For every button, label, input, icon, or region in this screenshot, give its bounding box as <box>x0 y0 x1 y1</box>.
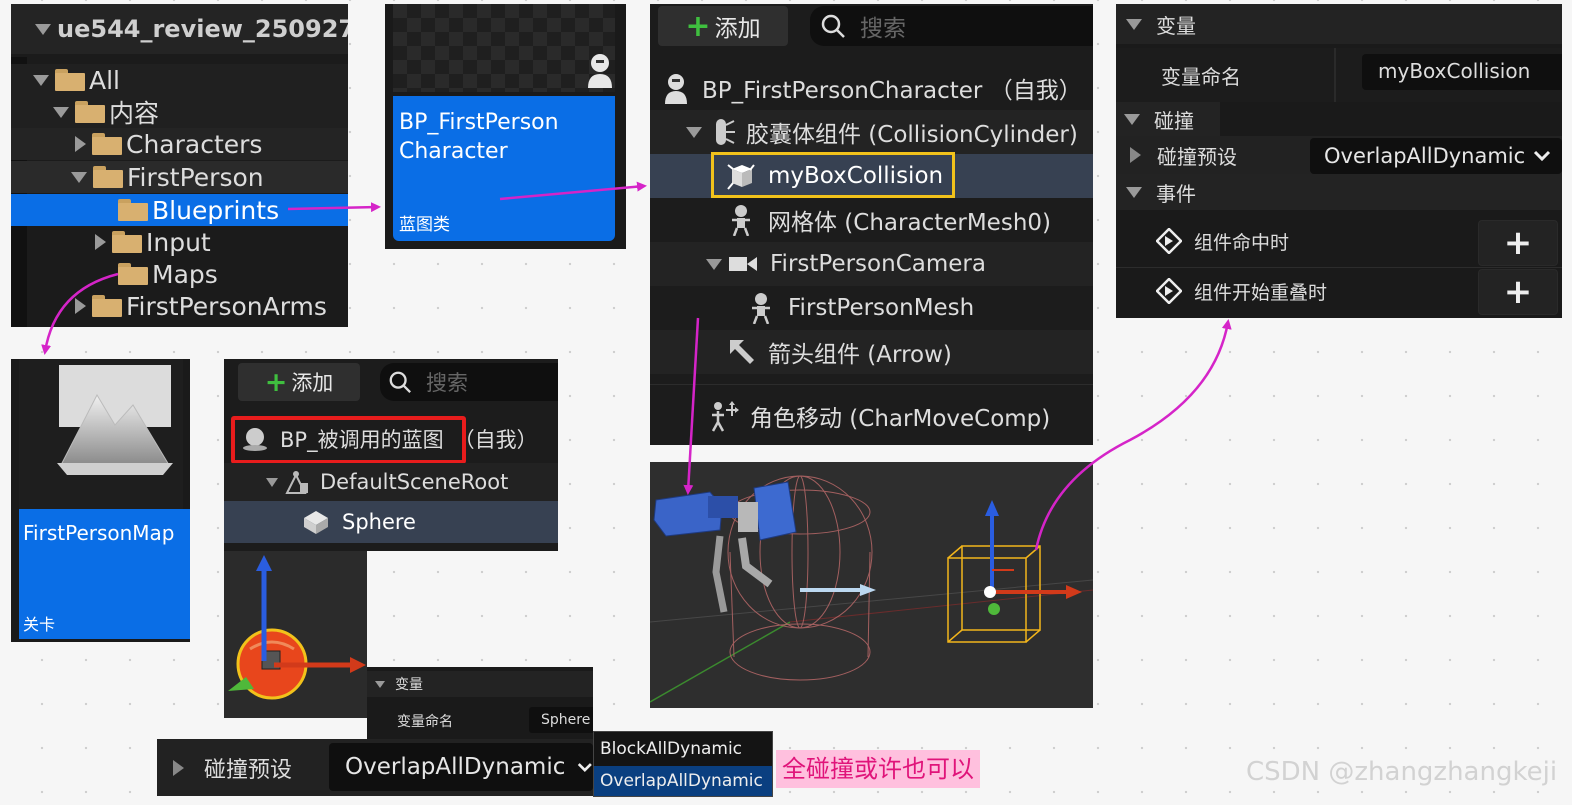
watermark: CSDN @zhangzhangkeji <box>1246 757 1558 787</box>
connector-arrows <box>41 181 1232 551</box>
